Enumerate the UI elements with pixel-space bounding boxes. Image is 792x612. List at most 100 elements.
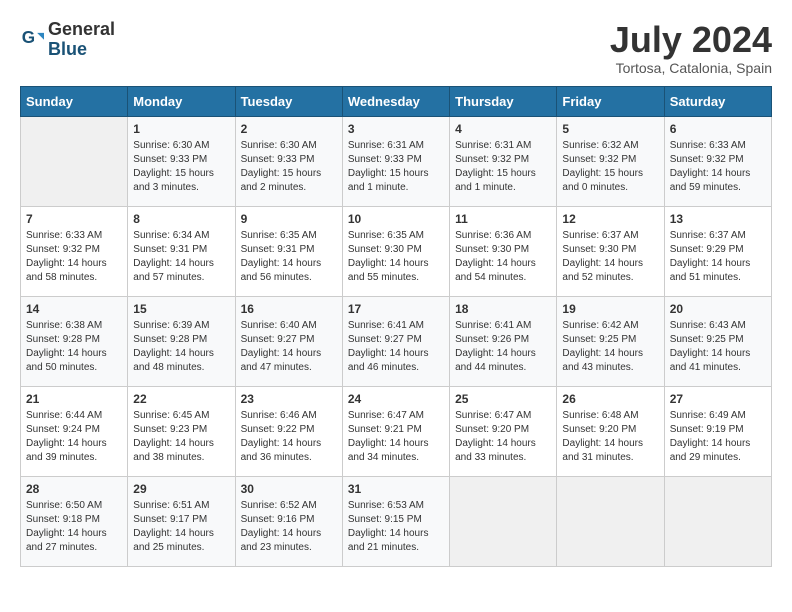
day-number: 3 — [348, 122, 444, 136]
calendar-cell: 17Sunrise: 6:41 AMSunset: 9:27 PMDayligh… — [342, 296, 449, 386]
calendar-cell: 5Sunrise: 6:32 AMSunset: 9:32 PMDaylight… — [557, 116, 664, 206]
calendar-cell: 20 Sunrise: 6:43 AMSunset: 9:25 PMDayligh… — [664, 296, 771, 386]
day-number: 18 — [455, 302, 551, 316]
day-info: Sunrise: 6:41 AMSunset: 9:26 PMDaylight:… — [455, 319, 551, 375]
day-number: 21 — [26, 392, 122, 406]
day-info: Sunrise: 6:45 AMSunset: 9:23 PMDaylight:… — [133, 409, 229, 465]
day-number: 5 — [562, 122, 658, 136]
day-number: 22 — [133, 392, 229, 406]
day-number: 19 — [562, 302, 658, 316]
week-row-4: 21 Sunrise: 6:44 AMSunset: 9:24 PMDayligh… — [21, 386, 772, 476]
header-sunday: Sunday — [21, 86, 128, 116]
location-title: Tortosa, Catalonia, Spain — [610, 60, 772, 76]
day-info: Sunrise: 6:51 AMSunset: 9:17 PMDaylight:… — [133, 499, 229, 555]
calendar-cell: 14 Sunrise: 6:38 AMSunset: 9:28 PMDayligh… — [21, 296, 128, 386]
day-number: 20 — [670, 302, 766, 316]
calendar-cell: 13Sunrise: 6:37 AMSunset: 9:29 PMDayligh… — [664, 206, 771, 296]
calendar-cell: 27 Sunrise: 6:49 AMSunset: 9:19 PMDayligh… — [664, 386, 771, 476]
calendar-cell: 10Sunrise: 6:35 AMSunset: 9:30 PMDayligh… — [342, 206, 449, 296]
day-info: Sunrise: 6:33 AMSunset: 9:32 PMDaylight:… — [670, 139, 766, 195]
calendar-cell: 21 Sunrise: 6:44 AMSunset: 9:24 PMDayligh… — [21, 386, 128, 476]
day-number: 24 — [348, 392, 444, 406]
logo-graphic: G — [20, 26, 44, 55]
day-info: Sunrise: 6:35 AMSunset: 9:31 PMDaylight:… — [241, 229, 337, 285]
week-row-2: 7 Sunrise: 6:33 AMSunset: 9:32 PMDaylight… — [21, 206, 772, 296]
svg-text:G: G — [22, 27, 35, 47]
calendar-cell — [450, 476, 557, 566]
day-info: Sunrise: 6:39 AMSunset: 9:28 PMDaylight:… — [133, 319, 229, 375]
calendar-cell: 3 Sunrise: 6:31 AMSunset: 9:33 PMDaylight… — [342, 116, 449, 206]
calendar-cell: 16 Sunrise: 6:40 AMSunset: 9:27 PMDayligh… — [235, 296, 342, 386]
calendar-cell: 31Sunrise: 6:53 AMSunset: 9:15 PMDayligh… — [342, 476, 449, 566]
day-number: 31 — [348, 482, 444, 496]
calendar-cell: 26Sunrise: 6:48 AMSunset: 9:20 PMDayligh… — [557, 386, 664, 476]
page-header: G General Blue July 2024 Tortosa, Catalo… — [20, 20, 772, 76]
day-number: 6 — [670, 122, 766, 136]
day-number: 17 — [348, 302, 444, 316]
day-info: Sunrise: 6:31 AMSunset: 9:33 PMDaylight:… — [348, 139, 444, 195]
day-info: Sunrise: 6:40 AMSunset: 9:27 PMDaylight:… — [241, 319, 337, 375]
calendar-cell — [21, 116, 128, 206]
calendar-cell: 28Sunrise: 6:50 AMSunset: 9:18 PMDayligh… — [21, 476, 128, 566]
day-info: Sunrise: 6:38 AMSunset: 9:28 PMDaylight:… — [26, 319, 122, 375]
day-number: 25 — [455, 392, 551, 406]
header-wednesday: Wednesday — [342, 86, 449, 116]
calendar-cell — [664, 476, 771, 566]
day-info: Sunrise: 6:43 AMSunset: 9:25 PMDaylight:… — [670, 319, 766, 375]
header-saturday: Saturday — [664, 86, 771, 116]
day-number: 15 — [133, 302, 229, 316]
day-info: Sunrise: 6:30 AMSunset: 9:33 PMDaylight:… — [241, 139, 337, 195]
day-number: 28 — [26, 482, 122, 496]
calendar-cell — [557, 476, 664, 566]
calendar-cell: 9Sunrise: 6:35 AMSunset: 9:31 PMDaylight… — [235, 206, 342, 296]
day-info: Sunrise: 6:31 AMSunset: 9:32 PMDaylight:… — [455, 139, 551, 195]
day-info: Sunrise: 6:52 AMSunset: 9:16 PMDaylight:… — [241, 499, 337, 555]
day-number: 14 — [26, 302, 122, 316]
calendar-cell: 7 Sunrise: 6:33 AMSunset: 9:32 PMDaylight… — [21, 206, 128, 296]
calendar-table: SundayMondayTuesdayWednesdayThursdayFrid… — [20, 86, 772, 567]
logo-general: General — [48, 19, 115, 39]
day-info: Sunrise: 6:46 AMSunset: 9:22 PMDaylight:… — [241, 409, 337, 465]
month-title: July 2024 — [610, 20, 772, 60]
day-number: 1 — [133, 122, 229, 136]
header-row: SundayMondayTuesdayWednesdayThursdayFrid… — [21, 86, 772, 116]
header-friday: Friday — [557, 86, 664, 116]
week-row-3: 14 Sunrise: 6:38 AMSunset: 9:28 PMDayligh… — [21, 296, 772, 386]
day-number: 8 — [133, 212, 229, 226]
day-info: Sunrise: 6:36 AMSunset: 9:30 PMDaylight:… — [455, 229, 551, 285]
day-number: 11 — [455, 212, 551, 226]
calendar-cell: 24 Sunrise: 6:47 AMSunset: 9:21 PMDayligh… — [342, 386, 449, 476]
day-number: 2 — [241, 122, 337, 136]
day-info: Sunrise: 6:42 AMSunset: 9:25 PMDaylight:… — [562, 319, 658, 375]
day-number: 29 — [133, 482, 229, 496]
header-monday: Monday — [128, 86, 235, 116]
day-info: Sunrise: 6:30 AMSunset: 9:33 PMDaylight:… — [133, 139, 229, 195]
header-tuesday: Tuesday — [235, 86, 342, 116]
calendar-cell: 1 Sunrise: 6:30 AMSunset: 9:33 PMDaylight… — [128, 116, 235, 206]
day-info: Sunrise: 6:47 AMSunset: 9:21 PMDaylight:… — [348, 409, 444, 465]
calendar-cell: 8 Sunrise: 6:34 AMSunset: 9:31 PMDaylight… — [128, 206, 235, 296]
day-info: Sunrise: 6:49 AMSunset: 9:19 PMDaylight:… — [670, 409, 766, 465]
day-number: 7 — [26, 212, 122, 226]
day-info: Sunrise: 6:35 AMSunset: 9:30 PMDaylight:… — [348, 229, 444, 285]
day-info: Sunrise: 6:34 AMSunset: 9:31 PMDaylight:… — [133, 229, 229, 285]
calendar-cell: 6 Sunrise: 6:33 AMSunset: 9:32 PMDaylight… — [664, 116, 771, 206]
calendar-cell: 12Sunrise: 6:37 AMSunset: 9:30 PMDayligh… — [557, 206, 664, 296]
day-number: 23 — [241, 392, 337, 406]
day-number: 16 — [241, 302, 337, 316]
calendar-cell: 23 Sunrise: 6:46 AMSunset: 9:22 PMDayligh… — [235, 386, 342, 476]
calendar-cell: 11 Sunrise: 6:36 AMSunset: 9:30 PMDayligh… — [450, 206, 557, 296]
logo: G General Blue — [20, 20, 115, 60]
calendar-cell: 4Sunrise: 6:31 AMSunset: 9:32 PMDaylight… — [450, 116, 557, 206]
day-info: Sunrise: 6:33 AMSunset: 9:32 PMDaylight:… — [26, 229, 122, 285]
week-row-1: 1 Sunrise: 6:30 AMSunset: 9:33 PMDaylight… — [21, 116, 772, 206]
day-number: 27 — [670, 392, 766, 406]
day-number: 30 — [241, 482, 337, 496]
day-info: Sunrise: 6:44 AMSunset: 9:24 PMDaylight:… — [26, 409, 122, 465]
logo-blue: Blue — [48, 39, 87, 59]
calendar-cell: 15 Sunrise: 6:39 AMSunset: 9:28 PMDayligh… — [128, 296, 235, 386]
day-info: Sunrise: 6:48 AMSunset: 9:20 PMDaylight:… — [562, 409, 658, 465]
calendar-cell: 2 Sunrise: 6:30 AMSunset: 9:33 PMDaylight… — [235, 116, 342, 206]
day-number: 13 — [670, 212, 766, 226]
calendar-cell: 18 Sunrise: 6:41 AMSunset: 9:26 PMDayligh… — [450, 296, 557, 386]
